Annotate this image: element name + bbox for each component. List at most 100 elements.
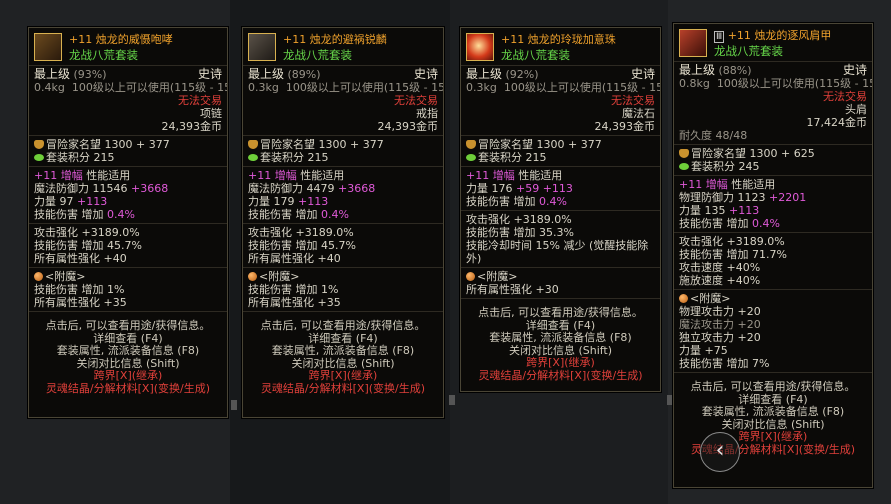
strength-value: 97 xyxy=(59,195,74,208)
amp-rest: 性能适用 xyxy=(86,169,131,182)
set-points-value: 215 xyxy=(93,151,115,164)
level-requirement: 100级以上可以使用(115级 - 15) xyxy=(71,81,228,94)
skill-damage-label: 技能伤害 xyxy=(248,208,292,221)
amp-word: 增幅 xyxy=(274,169,297,182)
enchant-icon xyxy=(679,294,688,303)
back-arrow-icon[interactable]: ‹ xyxy=(700,432,740,472)
amp-enhance: +11 xyxy=(466,169,490,182)
item-name: +11 烛龙的避祸锐麟 xyxy=(283,33,387,46)
hint-set-info: 套装属性, 流派装备信息 (F8) xyxy=(56,344,200,357)
item-slot: 戒指 xyxy=(416,107,438,120)
defense-value: 1123 xyxy=(737,191,766,204)
set-points-value: 245 xyxy=(738,160,760,173)
item-grade: 最上级 xyxy=(34,67,71,81)
enchant-line: 独立攻击力 +20 xyxy=(679,331,761,344)
fame-value: 1300 + 377 xyxy=(318,138,384,151)
skill-damage-value: 0.4% xyxy=(107,208,135,221)
amp-rest: 性能适用 xyxy=(300,169,345,182)
divider-handle xyxy=(231,400,237,410)
skill-damage-increase: 增加 xyxy=(513,195,536,208)
set-points-icon xyxy=(248,154,258,161)
shoulder-armor-icon xyxy=(679,29,707,57)
enchant-line: 所有属性强化 +30 xyxy=(466,283,559,296)
strength-label: 力量 xyxy=(34,195,56,208)
stat-line: 技能伤害 增加 45.7% xyxy=(34,239,142,252)
amp-word: 增幅 xyxy=(60,169,83,182)
enchant-icon xyxy=(248,272,257,281)
stat-line: 所有属性强化 +40 xyxy=(248,252,341,265)
rarity-label: 史诗 xyxy=(630,67,655,81)
item-weight: 0.8kg xyxy=(679,77,710,90)
strength-label: 力量 xyxy=(466,182,488,195)
skill-damage-increase: 增加 xyxy=(726,217,749,230)
level-requirement: 100级以上可以使用(115级 - 15) xyxy=(716,77,873,90)
item-tooltip: +11 烛龙的威慑咆哮 龙战八荒套装 最上级 (93%) 史诗 0.4kg 100… xyxy=(28,27,228,418)
fame-label: 冒险家名望 xyxy=(691,147,746,160)
defense-value: 11546 xyxy=(92,182,128,195)
set-points-label: 套装积分 xyxy=(46,151,90,164)
stat-line: 攻击速度 +40% xyxy=(679,261,761,274)
level-requirement: 100级以上可以使用(115级 - 15) xyxy=(503,81,661,94)
stat-line: 攻击强化 +3189.0% xyxy=(466,213,572,226)
strength-bonus: +59 xyxy=(516,182,540,195)
fame-label: 冒险家名望 xyxy=(478,138,533,151)
trade-status: 无法交易 xyxy=(178,94,222,107)
skill-damage-value: 0.4% xyxy=(539,195,567,208)
item-basic-info: 最上级 (89%) 史诗 0.3kg 100级以上可以使用(115级 - 15) … xyxy=(243,66,443,136)
amp-rest: 性能适用 xyxy=(518,169,563,182)
enchant-title: <附魔> xyxy=(690,292,731,305)
set-points-icon xyxy=(34,154,44,161)
hint-set-info: 套装属性, 流派装备信息 (F8) xyxy=(489,331,632,344)
necklace-icon xyxy=(34,33,62,61)
enchant-line: 力量 +75 xyxy=(679,344,728,357)
item-basic-info: 最上级 (92%) 史诗 0.3kg 100级以上可以使用(115级 - 15) … xyxy=(461,66,660,136)
trade-status: 无法交易 xyxy=(611,94,655,107)
hint-crossover: 跨界[X](继承) xyxy=(526,356,595,369)
item-price: 24,393金币 xyxy=(594,120,656,133)
skill-damage-label: 技能伤害 xyxy=(679,217,723,230)
item-tooltip: Ⅲ +11 烛龙的逐风肩甲 龙战八荒套装 最上级 (88%) 史诗 0.8kg 1… xyxy=(673,23,873,488)
defense-bonus: +2201 xyxy=(769,191,807,204)
fame-icon xyxy=(34,140,44,149)
enchant-line: 技能伤害 增加 7% xyxy=(679,357,770,370)
enchant-line: 技能伤害 增加 1% xyxy=(34,283,125,296)
item-header: Ⅲ +11 烛龙的逐风肩甲 龙战八荒套装 xyxy=(674,24,872,62)
item-name: +11 烛龙的玲珑加意珠 xyxy=(501,33,616,46)
enchant-line: 物理攻击力 +20 xyxy=(679,305,761,318)
rarity-label: 史诗 xyxy=(842,63,867,77)
strength-bonus-amp: +113 xyxy=(542,182,573,195)
item-header: +11 烛龙的玲珑加意珠 龙战八荒套装 xyxy=(461,28,660,66)
enchant-title: <附魔> xyxy=(259,270,300,283)
item-header: +11 烛龙的威慑咆哮 龙战八荒套装 xyxy=(29,28,227,66)
amp-enhance: +11 xyxy=(248,169,272,182)
set-points-icon xyxy=(466,154,476,161)
set-points-icon xyxy=(679,163,689,170)
item-set-name: 龙战八荒套装 xyxy=(501,48,570,62)
strength-bonus: +113 xyxy=(298,195,329,208)
fame-value: 1300 + 625 xyxy=(749,147,815,160)
fame-value: 1300 + 377 xyxy=(104,138,170,151)
item-weight: 0.4kg xyxy=(34,81,65,94)
hint-disassemble: 灵魂结晶/分解材料[X](变换/生成) xyxy=(45,381,211,395)
enchant-icon xyxy=(34,272,43,281)
hint-click: 点击后, 可以查看用途/获得信息。 xyxy=(45,319,211,332)
ring-icon xyxy=(248,33,276,61)
amp-enhance: +11 xyxy=(34,169,58,182)
set-points-label: 套装积分 xyxy=(478,151,522,164)
strength-bonus: +113 xyxy=(77,195,108,208)
defense-bonus: +3668 xyxy=(338,182,376,195)
item-tooltip: +11 烛龙的避祸锐麟 龙战八荒套装 最上级 (89%) 史诗 0.3kg 100… xyxy=(242,27,444,418)
amp-rest: 性能适用 xyxy=(731,178,776,191)
set-points-value: 215 xyxy=(307,151,329,164)
grade-percent: (88%) xyxy=(718,64,752,77)
hint-disassemble: 灵魂结晶/分解材料[X](变换/生成) xyxy=(260,381,426,395)
enchant-line: 所有属性强化 +35 xyxy=(248,296,341,309)
grade-percent: (93%) xyxy=(73,68,107,81)
item-slot: 头肩 xyxy=(845,103,867,116)
defense-value: 4479 xyxy=(306,182,335,195)
hint-set-info: 套装属性, 流派装备信息 (F8) xyxy=(271,344,415,357)
item-name: Ⅲ +11 烛龙的逐风肩甲 xyxy=(714,29,832,43)
strength-label: 力量 xyxy=(248,195,270,208)
fame-icon xyxy=(679,149,689,158)
rarity-label: 史诗 xyxy=(197,67,222,81)
